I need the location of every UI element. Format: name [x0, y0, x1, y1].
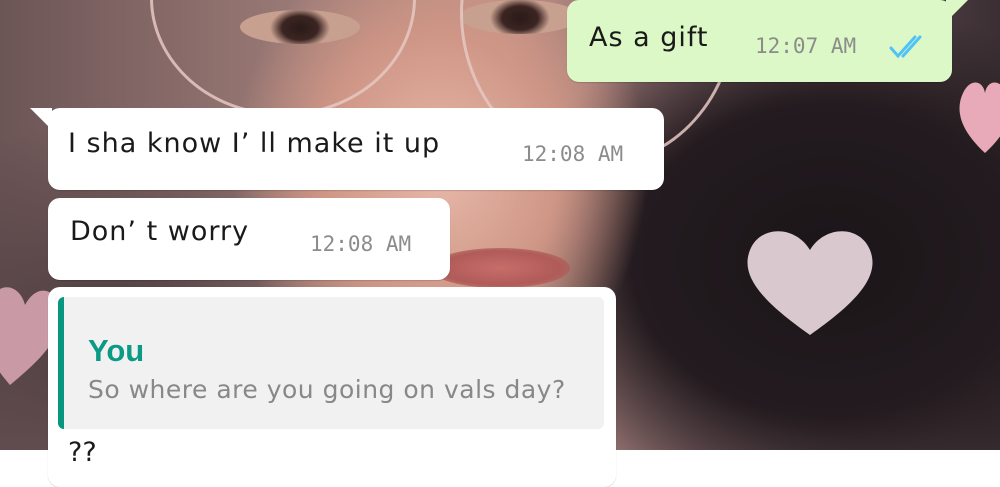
read-ticks-icon — [889, 35, 922, 59]
message-timestamp: 12:08 AM — [310, 232, 412, 256]
bubble-tail — [946, 0, 968, 22]
message-bubble-reply[interactable]: You So where are you going on vals day? … — [48, 287, 616, 487]
message-text: ?? — [68, 437, 97, 468]
wallpaper-glasses-left — [150, 0, 416, 116]
message-text: As a gift — [589, 22, 709, 53]
message-timestamp: 12:07 AM — [755, 34, 857, 58]
quoted-text: So where are you going on vals day? — [88, 375, 566, 404]
bubble-tail — [30, 108, 52, 130]
message-bubble-incoming[interactable]: I sha know I’ ll make it up 12:08 AM — [30, 108, 664, 190]
message-text: Don’ t worry — [70, 216, 250, 247]
message-timestamp: 12:08 AM — [522, 142, 624, 166]
message-text: I sha know I’ ll make it up — [68, 128, 441, 159]
quoted-message[interactable]: You So where are you going on vals day? — [58, 297, 604, 429]
message-bubble-outgoing[interactable]: As a gift 12:07 AM — [567, 0, 968, 82]
message-bubble-incoming[interactable]: Don’ t worry 12:08 AM — [48, 198, 450, 280]
heart-icon — [747, 231, 873, 335]
quote-accent-bar — [58, 297, 64, 429]
heart-icon — [959, 82, 1000, 153]
wallpaper-lips — [430, 248, 570, 288]
quoted-author: You — [88, 333, 145, 368]
